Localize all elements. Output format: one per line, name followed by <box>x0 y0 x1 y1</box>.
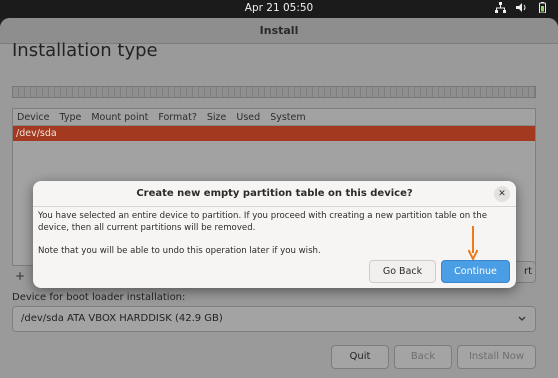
table-row[interactable]: /dev/sda <box>13 126 535 141</box>
dialog-divider <box>33 206 516 207</box>
confirm-dialog: Create new empty partition table on this… <box>33 181 516 288</box>
network-icon[interactable] <box>495 2 506 13</box>
dialog-message-undo: Note that you will be able to undo this … <box>38 246 321 256</box>
quit-button[interactable]: Quit <box>331 345 389 369</box>
boot-loader-value: /dev/sda ATA VBOX HARDDISK (42.9 GB) <box>21 313 223 324</box>
dialog-message-warning: You have selected an entire device to pa… <box>38 211 487 233</box>
battery-icon[interactable] <box>537 2 548 13</box>
volume-icon[interactable] <box>516 2 527 13</box>
column-format[interactable]: Format? <box>158 112 197 123</box>
clock[interactable]: Apr 21 05:50 <box>0 2 558 14</box>
system-tray[interactable] <box>495 2 548 13</box>
system-top-bar: Apr 21 05:50 <box>0 0 558 18</box>
column-size[interactable]: Size <box>207 112 227 123</box>
disk-usage-bar <box>12 86 536 98</box>
column-type[interactable]: Type <box>60 112 82 123</box>
back-button[interactable]: Back <box>394 345 452 369</box>
dialog-title: Create new empty partition table on this… <box>136 188 413 199</box>
dialog-message: You have selected an entire device to pa… <box>38 210 516 257</box>
close-icon[interactable]: ✕ <box>494 186 510 202</box>
go-back-button[interactable]: Go Back <box>369 260 436 283</box>
boot-loader-label: Device for boot loader installation: <box>12 292 186 303</box>
column-system[interactable]: System <box>270 112 305 123</box>
annotation-arrow-icon <box>468 226 478 260</box>
partition-table-header: Device Type Mount point Format? Size Use… <box>13 109 535 126</box>
install-now-button[interactable]: Install Now <box>457 345 536 369</box>
column-device[interactable]: Device <box>17 112 50 123</box>
continue-button[interactable]: Continue <box>441 260 510 283</box>
column-mount-point[interactable]: Mount point <box>91 112 148 123</box>
add-partition-button[interactable]: + <box>12 268 28 284</box>
column-used[interactable]: Used <box>236 112 260 123</box>
boot-loader-select[interactable]: /dev/sda ATA VBOX HARDDISK (42.9 GB) <box>12 306 536 332</box>
chevron-down-icon <box>518 316 526 321</box>
page-title: Installation type <box>12 40 158 61</box>
